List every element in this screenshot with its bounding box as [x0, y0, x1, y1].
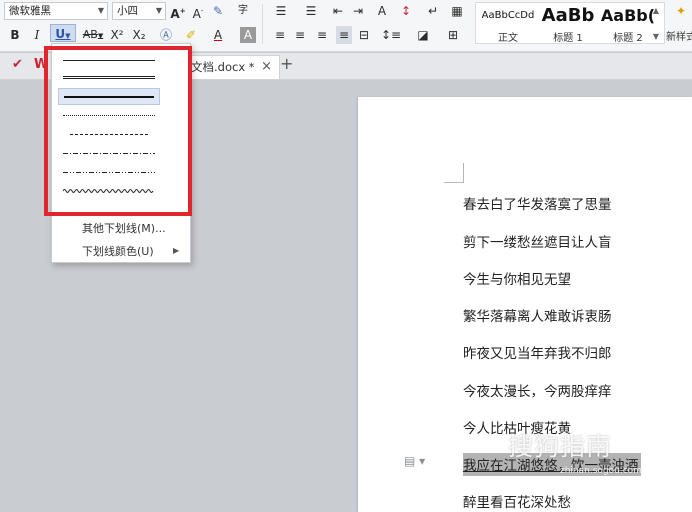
- change-case-icon[interactable]: A: [370, 2, 394, 20]
- font-size-value: 小四: [117, 5, 138, 17]
- close-icon[interactable]: ×: [261, 56, 272, 78]
- style-normal-label: 正文: [498, 33, 518, 44]
- numbered-list-icon[interactable]: ☰: [298, 2, 324, 20]
- tab-document-title: 文档.docx *: [191, 60, 255, 74]
- strikethrough-button[interactable]: AB▼: [80, 26, 106, 44]
- new-tab-button[interactable]: +: [280, 54, 293, 73]
- char-shading-button[interactable]: A: [240, 27, 256, 43]
- document-line[interactable]: 昨夜又见当年弃我不归郎: [463, 342, 612, 362]
- distribute-icon[interactable]: ⊟: [356, 26, 372, 44]
- pin-icon[interactable]: ✔: [12, 57, 23, 72]
- gallery-expand-icon[interactable]: ▼: [650, 28, 662, 46]
- tab-document[interactable]: 文档.docx * ×: [180, 55, 280, 79]
- document-line[interactable]: 春去白了华发落寞了思量: [463, 193, 612, 213]
- divider: [262, 4, 263, 44]
- document-line[interactable]: 今夜太漫长，今两股痒痒: [463, 380, 612, 400]
- increase-indent-icon[interactable]: ⇥: [350, 2, 366, 20]
- style-normal[interactable]: AaBbCcDd 正文: [478, 3, 538, 45]
- show-marks-icon[interactable]: ↵: [424, 2, 442, 20]
- superscript-button[interactable]: X²: [108, 26, 126, 44]
- font-name-combo[interactable]: 微软雅黑 ▼: [4, 2, 108, 20]
- style-heading-2-preview: AaBb(: [600, 6, 656, 25]
- annotation-highlight-frame: [44, 46, 192, 216]
- more-underlines-item[interactable]: 其他下划线(M)...: [82, 220, 166, 236]
- highlighter-icon[interactable]: ✐: [182, 26, 200, 44]
- font-name-value: 微软雅黑: [9, 5, 51, 17]
- document-line[interactable]: 繁华落幕离人难敢诉衷肠: [463, 305, 612, 325]
- style-heading-2[interactable]: AaBb( 标题 2: [598, 3, 658, 45]
- sort-icon[interactable]: ↕: [398, 2, 414, 20]
- style-heading-1-preview: AaBb: [541, 5, 595, 26]
- submenu-arrow-icon: ▶: [173, 246, 180, 255]
- shading-fill-icon[interactable]: ◪: [410, 26, 436, 44]
- justify-icon[interactable]: ≡: [336, 26, 352, 44]
- decrease-indent-icon[interactable]: ⇤: [330, 2, 346, 20]
- paragraph-layout-icon[interactable]: ▤ ▾: [404, 454, 425, 468]
- font-size-combo[interactable]: 小四 ▼: [112, 2, 166, 20]
- align-left-icon[interactable]: ≡: [272, 26, 288, 44]
- bold-button[interactable]: B: [8, 26, 22, 44]
- document-line[interactable]: 剪下一缕愁丝遮目让人盲: [463, 231, 612, 251]
- style-heading-1-label: 标题 1: [553, 33, 583, 44]
- grow-font-button[interactable]: A+: [170, 2, 186, 21]
- style-heading-1[interactable]: AaBb 标题 1: [538, 3, 598, 45]
- margin-corner-marker: [444, 163, 464, 183]
- style-normal-preview: AaBbCcDd: [481, 10, 535, 21]
- style-heading-2-label: 标题 2: [613, 33, 643, 44]
- watermark-url: zhinan.sogou.com: [560, 466, 642, 476]
- line-spacing-icon[interactable]: ↕≡: [378, 26, 404, 44]
- new-style-icon[interactable]: ✦: [670, 2, 692, 20]
- shrink-font-button[interactable]: A-: [190, 2, 206, 21]
- table-border-icon[interactable]: ▦: [448, 2, 466, 20]
- borders-icon[interactable]: ⊞: [440, 26, 466, 44]
- italic-button[interactable]: I: [30, 26, 44, 44]
- text-effect-icon[interactable]: Ⓐ: [154, 26, 178, 44]
- watermark-text: 搜狗指南: [508, 432, 613, 461]
- document-line[interactable]: 醉里看百花深处愁: [463, 491, 571, 511]
- phonetic-guide-icon[interactable]: 字: [232, 2, 254, 20]
- underline-button[interactable]: U▼: [50, 24, 76, 42]
- new-style-label[interactable]: 新样式: [666, 28, 692, 43]
- font-color-button[interactable]: A: [208, 26, 228, 44]
- subscript-button[interactable]: X₂: [130, 26, 148, 44]
- document-line[interactable]: 今生与你相见无望: [463, 268, 571, 288]
- chevron-down-icon[interactable]: ▼: [98, 3, 104, 19]
- clear-format-icon[interactable]: ✎: [210, 2, 226, 20]
- align-right-icon[interactable]: ≡: [314, 26, 330, 44]
- align-center-icon[interactable]: ≡: [292, 26, 308, 44]
- underline-color-item[interactable]: 下划线颜色(U): [82, 243, 154, 259]
- chevron-down-icon[interactable]: ▼: [156, 3, 162, 19]
- style-gallery: AaBbCcDd 正文 AaBb 标题 1 AaBb( 标题 2: [475, 2, 665, 44]
- bullet-list-icon[interactable]: ☰: [268, 2, 294, 20]
- gallery-scroll-up-icon[interactable]: ▲: [650, 2, 662, 20]
